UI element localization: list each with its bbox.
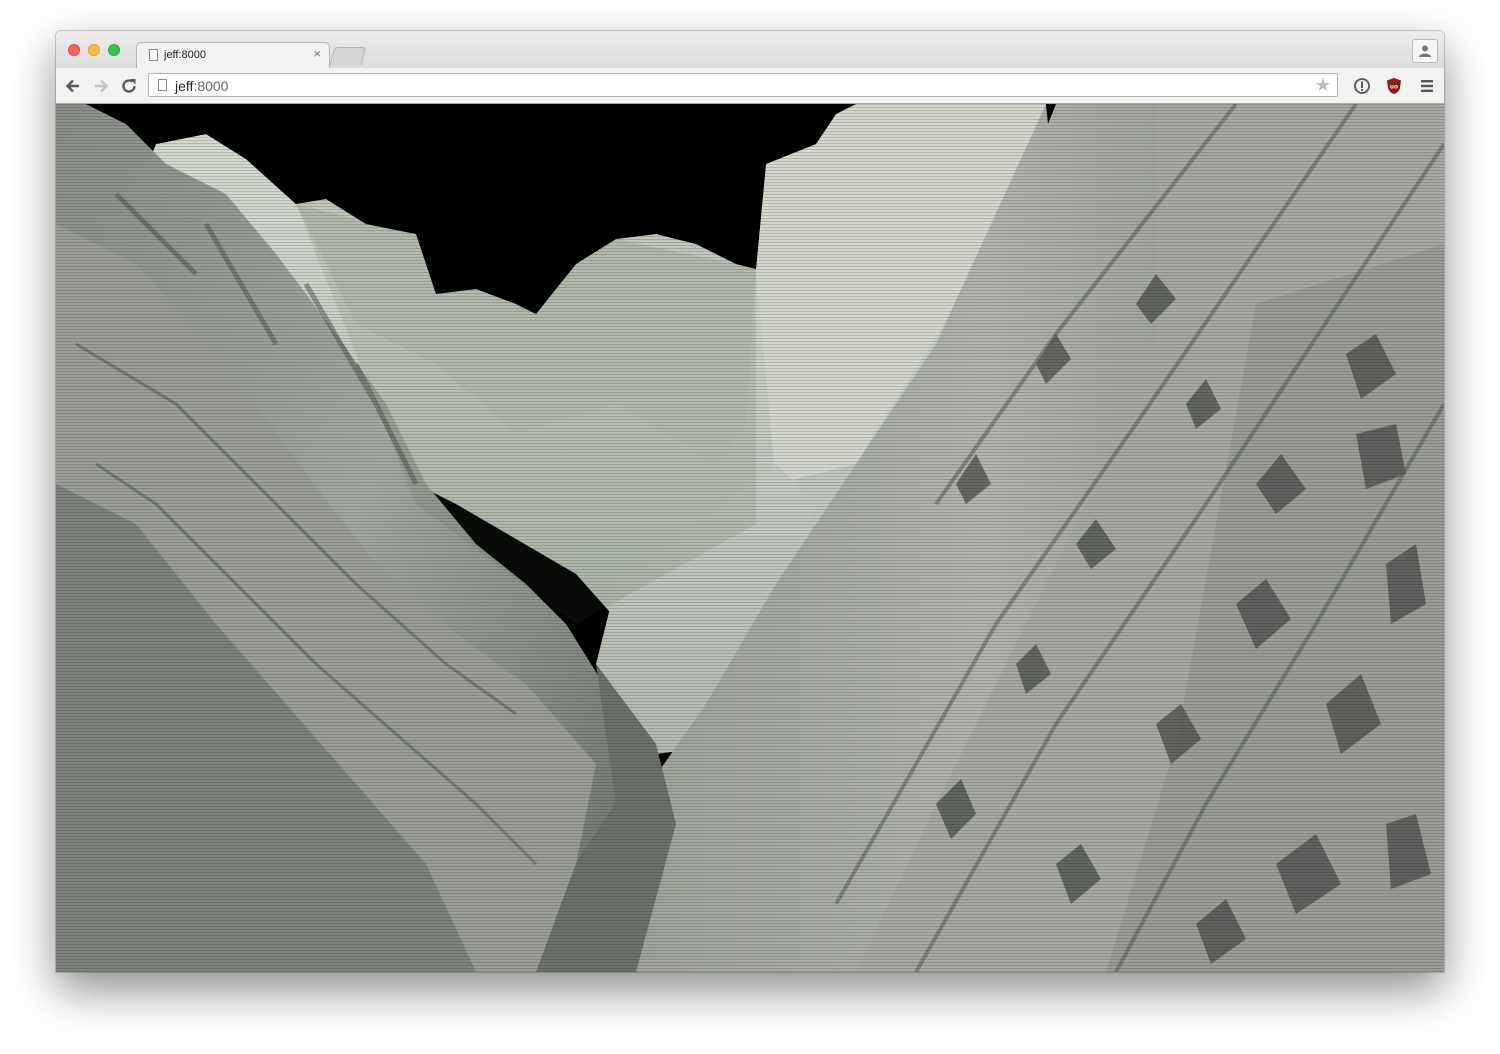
- new-tab-button[interactable]: [329, 47, 367, 65]
- info-circle-icon[interactable]: [1353, 77, 1371, 95]
- browser-toolbar: jeff:8000 ★ uo: [56, 68, 1444, 104]
- star-icon[interactable]: ★: [1315, 76, 1331, 94]
- page-icon: [158, 79, 167, 91]
- maximize-window-button[interactable]: [108, 44, 120, 56]
- back-arrow-icon[interactable]: [63, 76, 83, 96]
- minimize-window-button[interactable]: [88, 44, 100, 56]
- close-window-button[interactable]: [68, 44, 80, 56]
- browser-tab[interactable]: jeff:8000 ×: [136, 42, 330, 70]
- ublock-shield-icon[interactable]: uo: [1385, 77, 1403, 95]
- forward-arrow-icon[interactable]: [91, 76, 111, 96]
- browser-window: jeff:8000 × jeff:8000 ★ uo: [56, 31, 1444, 972]
- close-icon[interactable]: ×: [313, 46, 321, 61]
- address-host: jeff: [175, 78, 194, 94]
- address-bar[interactable]: jeff:8000 ★: [148, 73, 1338, 97]
- webgl-canvas[interactable]: [56, 104, 1444, 972]
- address-port: :8000: [193, 78, 229, 94]
- page-icon: [149, 49, 158, 61]
- title-bar: jeff:8000 ×: [56, 31, 1444, 70]
- address-text: jeff:8000: [175, 78, 228, 94]
- tab-title: jeff:8000: [164, 49, 207, 61]
- svg-text:uo: uo: [1390, 84, 1398, 91]
- reload-icon[interactable]: [119, 76, 139, 96]
- hamburger-menu-icon[interactable]: [1418, 77, 1436, 95]
- person-icon: [1419, 45, 1431, 57]
- terrain-canyon-render: [56, 104, 1444, 972]
- profile-button[interactable]: [1412, 39, 1438, 63]
